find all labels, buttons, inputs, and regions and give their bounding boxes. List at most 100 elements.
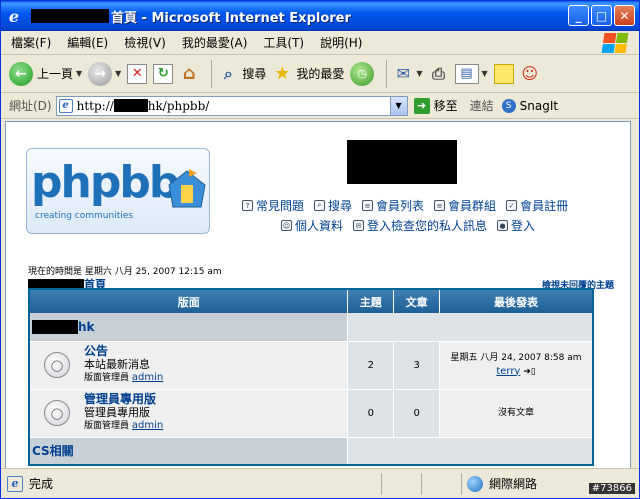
forum-folder-icon: ◯ [44,352,70,378]
chevron-down-icon[interactable]: ▼ [115,69,121,78]
nav-private-messages[interactable]: ✉ 登入檢查您的私人訊息 [353,217,487,234]
category-link[interactable]: hk [30,319,347,334]
go-label: 移至 [433,99,458,113]
window-title: 首頁 - Microsoft Internet Explorer [111,10,351,26]
nav-search[interactable]: ⌕ 搜尋 [314,197,352,214]
moderator-label: 版面管理員 [84,373,130,383]
menu-help[interactable]: 說明(H) [320,34,362,51]
forum-table: 版面 主題 文章 最後發表 hk ◯ 公告 本站最新消息 版面管理員 admin… [28,288,594,466]
snagit-label: SnagIt [519,98,559,113]
forum-moderator: 版面管理員 admin [84,419,163,433]
title-bar: e 首頁 - Microsoft Internet Explorer _ □ ✕ [1,1,639,31]
table-row: ◯ 管理員專用版 管理員專用版 版面管理員 admin 0 0 沒有文章 [29,389,594,438]
history-icon: ◷ [350,61,375,86]
page-content: phpbb creating communities ? 常見問題 ⌕ 搜尋 ≡ 會員… [5,121,631,469]
home-icon: ⌂ [182,63,196,84]
category-link[interactable]: CS相關 [30,442,347,459]
forum-name-link[interactable]: 管理員專用版 [84,393,163,406]
category-name: hk [78,319,95,334]
forward-arrow-icon: → [88,61,113,86]
category-row: hk [29,313,594,342]
snagit-button[interactable]: S SnagIt [501,98,559,113]
nav-usergroups[interactable]: ≡ 會員群組 [434,197,496,214]
close-icon[interactable]: ✕ [614,5,635,26]
chevron-down-icon[interactable]: ▼ [482,69,488,78]
stop-button[interactable]: ✕ [127,63,148,84]
address-input[interactable]: e http:// hk/phpbb/ ▼ [55,95,408,116]
nav-faq[interactable]: ? 常見問題 [242,197,304,214]
header-topics: 主題 [347,289,395,313]
chevron-down-icon[interactable]: ▼ [76,69,82,78]
table-header-row: 版面 主題 文章 最後發表 [29,289,594,313]
print-button[interactable]: ⎙ [429,64,449,84]
nav-usergroups-label: 會員群組 [448,199,497,213]
star-icon: ★ [274,63,291,84]
category-blank [347,437,594,466]
login-icon: ● [497,220,509,231]
status-separator [461,473,462,495]
forum-name-link[interactable]: 公告 [84,345,163,358]
back-button[interactable]: ← 上一頁 ▼ [9,61,82,86]
forward-button[interactable]: → ▼ [88,61,121,86]
topics-count: 0 [347,389,395,438]
mail-button[interactable]: ✉ ▼ [393,64,423,84]
scrollbar[interactable] [631,121,635,469]
go-arrow-icon: ➜ [413,97,430,114]
printer-icon: ⎙ [432,63,445,83]
nav-memberlist[interactable]: ≡ 會員列表 [362,197,424,214]
edit-button[interactable]: ▤ ▼ [454,63,488,84]
nav-register[interactable]: ✓ 會員註冊 [506,197,568,214]
nav-login-label: 登入 [511,219,536,233]
category-cell: hk [29,313,349,342]
chevron-down-icon[interactable]: ▼ [389,96,407,115]
nav-profile[interactable]: ☺ 個人資料 [281,217,343,234]
toolbar-separator [211,59,213,88]
forum-cell: ◯ 公告 本站最新消息 版面管理員 admin [29,341,349,390]
phpbb-page: phpbb creating communities ? 常見問題 ⌕ 搜尋 ≡ 會員… [6,122,630,466]
nav-private-messages-label: 登入檢查您的私人訊息 [367,219,488,233]
redacted-url-block [113,99,148,112]
phpbb-logo[interactable]: phpbb creating communities [26,148,210,234]
redacted-category-block [32,319,78,334]
toolbar-separator [386,59,388,88]
menu-favorites[interactable]: 我的最愛(A) [182,34,248,51]
last-post-user[interactable]: terry [496,366,520,377]
moderator-link[interactable]: admin [132,372,163,383]
refresh-button[interactable]: ↻ [153,63,174,84]
menu-edit[interactable]: 編輯(E) [67,34,108,51]
menu-view[interactable]: 檢視(V) [124,34,166,51]
search-icon: ⌕ [223,63,233,83]
links-button[interactable]: 連結 [470,97,494,114]
category-cell: CS相關 [29,437,349,466]
nav-memberlist-label: 會員列表 [376,199,425,213]
menu-file[interactable]: 檔案(F) [11,34,51,51]
question-icon: ? [242,200,253,211]
go-button[interactable]: ➜ 移至 [413,97,458,114]
note-button[interactable] [493,63,514,84]
last-post-time: 沒有文章 [498,407,535,418]
address-label: 網址(D) [9,99,52,113]
logo-word: phpbb [31,157,180,208]
goto-post-icon[interactable]: ➜▯ [523,367,536,377]
refresh-icon: ↻ [153,63,174,84]
table-row: ◯ 公告 本站最新消息 版面管理員 admin 2 3 星期五 八月 24, 2… [29,341,594,390]
maximize-icon[interactable]: □ [591,5,612,26]
messenger-button[interactable]: ☺ [520,64,540,84]
moderator-link[interactable]: admin [132,420,163,431]
search-button[interactable]: ⌕ 搜尋 [218,63,267,84]
toolbar: ← 上一頁 ▼ → ▼ ✕ ↻ ⌂ ⌕ 搜尋 ★ 我的最愛 ◷ ✉ ▼ ⎙ ▤ … [1,55,639,93]
history-button[interactable]: ◷ [350,61,375,86]
home-button[interactable]: ⌂ [179,63,199,84]
address-url: http:// hk/phpbb/ [77,99,210,113]
watermark: #73866 [588,483,635,494]
menu-tools[interactable]: 工具(T) [263,34,304,51]
globe-icon [467,475,483,492]
forum-folder-icon: ◯ [44,400,70,426]
status-separator [421,473,422,495]
favorites-button[interactable]: ★ 我的最愛 [272,63,344,84]
minimize-icon[interactable]: _ [568,5,589,26]
nav-login[interactable]: ● 登入 [497,217,535,234]
stop-icon: ✕ [127,63,148,84]
last-post-cell: 沒有文章 [439,389,594,438]
chevron-down-icon[interactable]: ▼ [416,69,422,78]
